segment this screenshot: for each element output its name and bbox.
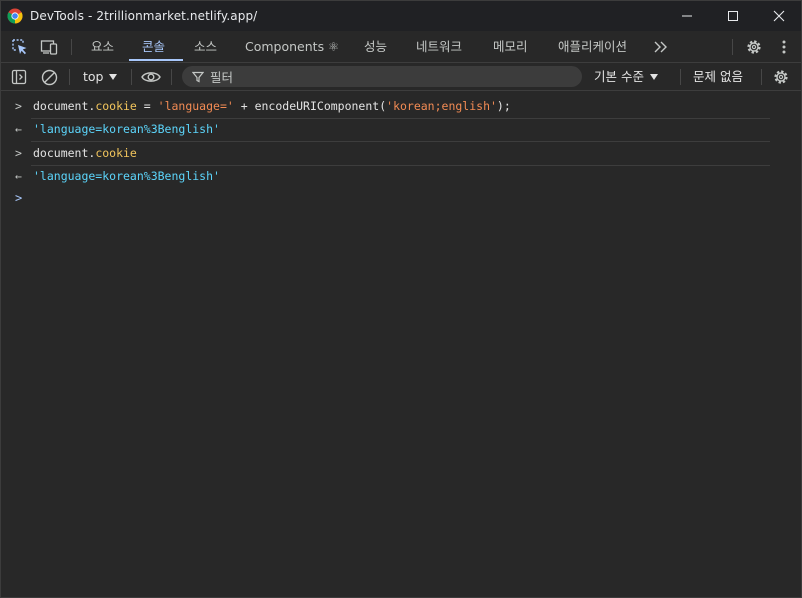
- maximize-button[interactable]: [710, 1, 756, 31]
- tab-console[interactable]: 콘솔: [142, 31, 165, 62]
- show-sidebar-button[interactable]: [8, 66, 30, 88]
- filter-icon: [192, 71, 204, 82]
- caret-down-icon: [109, 73, 118, 80]
- sidebar-toggle-icon: [11, 69, 27, 85]
- console-input-entry: > document.cookie = 'language=' + encode…: [15, 95, 770, 119]
- console-result-text[interactable]: 'language=korean%3Benglish': [33, 165, 220, 188]
- token: =: [136, 99, 158, 113]
- close-icon: [773, 10, 785, 22]
- console-prompt-input[interactable]: >: [15, 191, 22, 205]
- eye-icon: [141, 72, 161, 82]
- toolbar-divider: [732, 39, 733, 55]
- caret-down-icon: [649, 73, 658, 80]
- issues-label: 문제 없음: [693, 69, 743, 84]
- prompt-chevron-icon: >: [15, 191, 23, 205]
- gear-icon: [747, 40, 761, 54]
- console-messages[interactable]: > document.cookie = 'language=' + encode…: [1, 91, 801, 597]
- token: );: [496, 99, 511, 113]
- minimize-icon: [682, 15, 692, 17]
- log-levels-dropdown[interactable]: 기본 수준: [594, 63, 658, 90]
- input-prompt-icon: >: [15, 146, 22, 160]
- tab-components[interactable]: Components ⚛: [245, 31, 339, 62]
- toolbar-divider: [71, 39, 72, 55]
- filter-placeholder: 필터: [210, 70, 234, 85]
- console-toolbar: top 필터 기본 수준 문제 없음: [1, 63, 801, 91]
- device-toolbar-button[interactable]: [38, 36, 60, 58]
- console-input-entry: > document.cookie: [15, 142, 770, 166]
- active-tab-indicator: [129, 59, 183, 61]
- result-arrow-icon: ←: [15, 122, 22, 136]
- toolbar-divider: [761, 69, 762, 85]
- window-title: DevTools - 2trillionmarket.netlify.app/: [30, 9, 258, 23]
- issues-counter[interactable]: 문제 없음: [693, 63, 743, 90]
- device-toggle-icon: [40, 40, 58, 55]
- tab-sources[interactable]: 소스: [194, 31, 217, 62]
- clear-console-button[interactable]: [38, 66, 60, 88]
- toolbar-divider: [69, 69, 70, 85]
- tab-network[interactable]: 네트워크: [416, 31, 462, 62]
- token: document.: [33, 146, 96, 160]
- settings-button[interactable]: [743, 36, 765, 58]
- context-label: top: [83, 69, 104, 84]
- token: 'language=': [157, 99, 234, 113]
- minimize-button[interactable]: [664, 1, 710, 31]
- more-options-button[interactable]: [773, 36, 795, 58]
- live-expression-button[interactable]: [140, 66, 162, 88]
- console-result-text[interactable]: 'language=korean%3Benglish': [33, 118, 220, 141]
- context-selector[interactable]: top: [83, 63, 118, 90]
- inspect-element-button[interactable]: [9, 36, 31, 58]
- token: document.: [33, 99, 96, 113]
- token: cookie: [95, 146, 137, 160]
- kebab-menu-icon: [782, 40, 786, 54]
- token: 'korean;english': [386, 99, 497, 113]
- console-input-text[interactable]: document.cookie: [33, 142, 137, 165]
- tab-performance[interactable]: 성능: [364, 31, 387, 62]
- toolbar-divider: [680, 69, 681, 85]
- console-settings-button[interactable]: [770, 66, 792, 88]
- input-prompt-icon: >: [15, 99, 22, 113]
- token: cookie: [95, 99, 137, 113]
- chrome-logo-icon: [7, 8, 23, 24]
- inspect-element-icon: [12, 39, 27, 55]
- maximize-icon: [728, 11, 738, 21]
- devtools-window: DevTools - 2trillionmarket.netlify.app/: [0, 0, 802, 598]
- title-bar: DevTools - 2trillionmarket.netlify.app/: [1, 1, 801, 31]
- close-button[interactable]: [756, 1, 802, 31]
- console-result-entry: ← 'language=korean%3Benglish': [1, 165, 771, 188]
- clear-icon: [41, 69, 57, 85]
- toolbar-divider: [171, 69, 172, 85]
- result-arrow-icon: ←: [15, 169, 22, 183]
- tab-memory[interactable]: 메모리: [493, 31, 528, 62]
- more-tabs-button[interactable]: [650, 36, 672, 58]
- gear-icon: [774, 70, 788, 84]
- console-result-entry: ← 'language=korean%3Benglish': [15, 118, 770, 142]
- log-levels-label: 기본 수준: [594, 69, 644, 84]
- console-input-text[interactable]: document.cookie = 'language=' + encodeUR…: [33, 95, 511, 118]
- panel-tab-bar: 요소 콘솔 소스 Components ⚛ 성능 네트워크 메모리 애플리케이션: [1, 31, 801, 63]
- tab-elements[interactable]: 요소: [91, 31, 114, 62]
- chevron-double-right-icon: [654, 41, 667, 53]
- token: + encodeURIComponent(: [233, 99, 387, 113]
- toolbar-divider: [131, 69, 132, 85]
- tab-application[interactable]: 애플리케이션: [558, 31, 627, 62]
- filter-input[interactable]: 필터: [182, 66, 582, 87]
